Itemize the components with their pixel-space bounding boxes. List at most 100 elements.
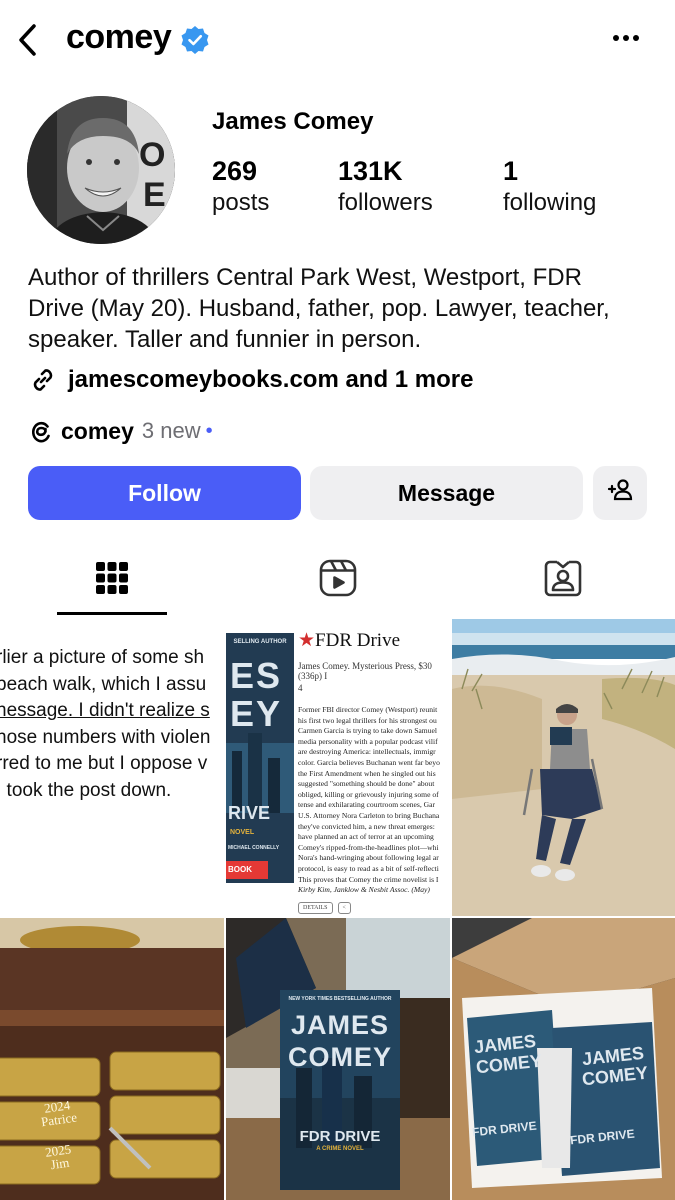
tab-tagged[interactable]: [508, 545, 618, 615]
review-line: obliged, killing or grievously injuring …: [298, 789, 439, 799]
review-line: media personality with a popular podcast…: [298, 736, 438, 746]
review-cover-title: ES: [230, 655, 283, 696]
book-photo-title: JAMES: [290, 1010, 390, 1040]
stat-followers[interactable]: 131K followers: [338, 155, 433, 219]
post-text-line: beach walk, which I assu: [0, 673, 207, 695]
review-cover-top: SELLING AUTHOR: [233, 639, 287, 645]
post-text-review[interactable]: rlier a picture of some sh beach walk, w…: [0, 619, 450, 916]
threads-username: comey: [61, 417, 134, 444]
review-share-icon: <: [337, 901, 351, 914]
review-cover-novel: NOVEL: [230, 829, 255, 836]
stat-following[interactable]: 1 following: [503, 155, 596, 219]
review-star-icon: ★: [298, 630, 316, 651]
stat-followers-label: followers: [338, 189, 433, 216]
add-person-icon: [605, 475, 635, 511]
tab-posts-grid[interactable]: [57, 545, 167, 615]
threads-new-count: 3 new: [141, 418, 201, 443]
book-photo-tag: A CRIME NOVEL: [316, 1146, 364, 1152]
threads-badge[interactable]: comey 3 new •: [28, 416, 213, 446]
back-chevron-icon[interactable]: [12, 20, 44, 60]
review-line: Comey's ripped-from-the-headlines plot—w…: [298, 842, 439, 852]
threads-icon: [28, 418, 54, 444]
grid-icon: [95, 561, 129, 600]
profile-avatar[interactable]: O E: [27, 96, 175, 244]
book-review: ★FDR Drive James Comey. Mysterious Press…: [298, 629, 450, 914]
profile-link[interactable]: jamescomeybooks.com and 1 more: [28, 363, 474, 397]
top-bar: comey: [0, 0, 675, 80]
review-line: have planned an act of terror at an upco…: [298, 832, 434, 842]
follow-button[interactable]: Follow: [28, 466, 301, 520]
post-text-line: I took the post down.: [0, 779, 172, 801]
svg-text:E: E: [143, 176, 166, 214]
bio-line: Drive (May 20). Husband, father, pop. La…: [28, 295, 610, 322]
book-photo-title: COMEY: [287, 1042, 392, 1072]
review-page: 4: [298, 683, 303, 693]
reels-icon: [319, 559, 357, 602]
review-line: U.S. Attorney Nora Carleton to bring Buc…: [298, 810, 440, 820]
plaque-2025: 2025 Jim: [44, 1141, 73, 1173]
review-line: Nora's hand-wringing about following leg…: [298, 853, 439, 863]
link-icon: [28, 365, 58, 395]
profile-link-text[interactable]: jamescomeybooks.com and 1 more: [68, 366, 474, 394]
active-tab-indicator: [57, 612, 167, 615]
review-title-text: FDR Drive: [315, 630, 401, 651]
book-photo-top: NEW YORK TIMES BESTSELLING AUTHOR: [288, 996, 392, 1002]
stat-posts-count: 269: [212, 156, 258, 186]
review-line: they've convicted him, a new threat emer…: [298, 821, 435, 831]
review-line: tense and exhilarating courtroom scenes,…: [298, 800, 436, 810]
post-book-fdr-drive[interactable]: NEW YORK TIMES BESTSELLING AUTHOR JAMES …: [226, 918, 450, 1200]
tab-reels[interactable]: [283, 545, 393, 615]
review-line: are destroying America: intellectuals, i…: [298, 747, 436, 757]
profile-username: comey: [66, 18, 172, 56]
threads-new-dot: •: [205, 419, 213, 442]
review-line: This proves that Comey the crime novelis…: [298, 874, 439, 884]
profile-bio: Author of thrillers Central Park West, W…: [28, 262, 648, 355]
review-cover-blurb: MICHAEL CONNELLY: [228, 845, 280, 851]
review-line: color. Garcia believes Buchanan went far…: [298, 757, 440, 767]
post-text-line: rlier a picture of some sh: [0, 647, 205, 668]
plaque-2024: 2024 Patrice: [38, 1097, 78, 1129]
verified-badge-icon: [180, 25, 210, 55]
profile-tabs: [0, 545, 675, 617]
trophy-photo: [0, 918, 224, 1200]
review-cover-button: BOOK: [228, 865, 252, 874]
post-box-of-books[interactable]: JAMES COMEY FDR DRIVE JAMES COMEY FDR DR…: [452, 918, 675, 1200]
stat-posts-label: posts: [212, 189, 270, 216]
book-photo-subtitle: FDR DRIVE: [299, 1128, 381, 1145]
review-line: suggested "something should be done" abo…: [298, 779, 435, 789]
bio-line: speaker. Taller and funnier in person.: [28, 326, 422, 353]
post-text-line: nessage. I didn't realize s: [0, 700, 210, 721]
bio-line: Author of thrillers Central Park West, W…: [28, 264, 582, 291]
post-text-line: hose numbers with violen: [0, 726, 211, 748]
stat-followers-count: 131K: [338, 156, 403, 186]
plaque-name: Jim: [49, 1154, 71, 1173]
stat-posts[interactable]: 269 posts: [212, 155, 269, 219]
review-cover-title: EY: [230, 693, 283, 734]
profile-display-name: James Comey: [212, 108, 374, 135]
stat-following-count: 1: [503, 156, 519, 186]
post-text-line: rred to me but I oppose v: [0, 753, 208, 774]
beach-photo: [452, 619, 675, 916]
review-line: his first two legal thrillers for his st…: [298, 715, 437, 725]
posts-grid: rlier a picture of some sh beach walk, w…: [0, 619, 675, 1200]
more-options-icon[interactable]: [606, 28, 646, 48]
review-cover-subtitle: RIVE: [228, 803, 271, 823]
review-title: ★FDR Drive: [298, 629, 450, 653]
review-line: protocol, is easy to read as a bit of se…: [298, 863, 439, 873]
review-details-button: DETAILS: [298, 901, 333, 914]
svg-text:O: O: [139, 136, 165, 174]
review-body: Former FBI director Comey (Westport) reu…: [298, 705, 450, 896]
post-trophy-plaques[interactable]: 2024 Patrice 2025 Jim: [0, 918, 224, 1200]
post-beach-reading[interactable]: [452, 619, 675, 916]
review-line: the First Amendment when he singled out …: [298, 768, 436, 778]
review-line: Carmen Garcia is trying to take down Sam…: [298, 726, 437, 736]
message-button[interactable]: Message: [310, 466, 583, 520]
review-meta: James Comey. Mysterious Press, $30 (336p…: [298, 661, 432, 681]
tagged-person-icon: [544, 559, 582, 602]
review-book-cover: SELLING AUTHOR ES EY RIVE NOVEL MICHAEL …: [226, 633, 294, 883]
post-text-excerpt: rlier a picture of some sh beach walk, w…: [0, 645, 224, 804]
suggested-accounts-button[interactable]: [593, 466, 647, 520]
review-line: Former FBI director Comey (Westport) reu…: [298, 705, 438, 714]
review-line: Kirby Kim, Janklow & Nesbit Assoc. (May): [298, 885, 430, 895]
stat-following-label: following: [503, 189, 597, 216]
